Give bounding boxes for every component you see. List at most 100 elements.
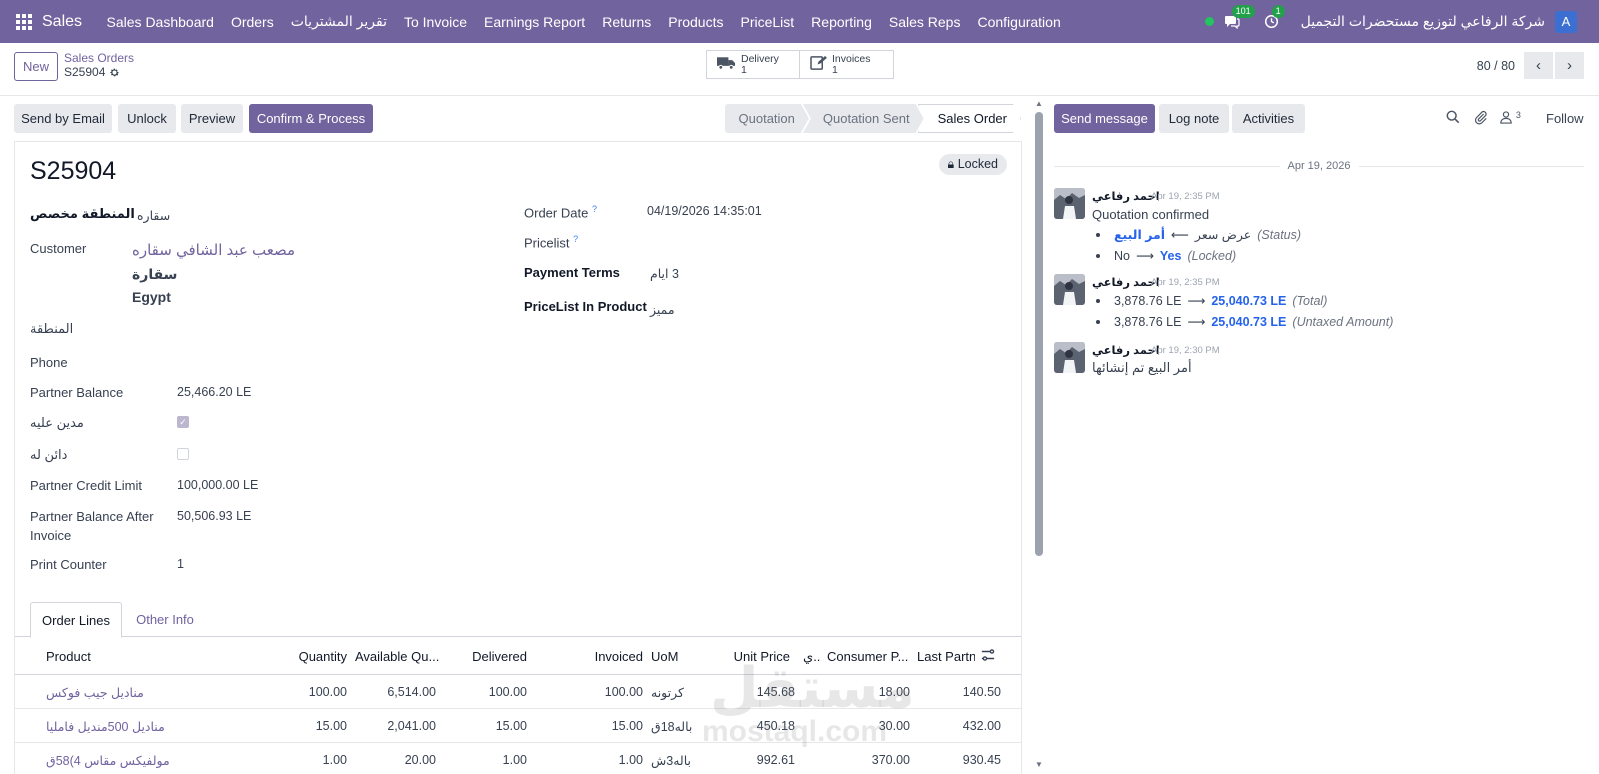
send-message-button[interactable]: Send message bbox=[1054, 104, 1155, 133]
help-icon[interactable]: ? bbox=[573, 234, 578, 244]
tab-order-lines[interactable]: Order Lines bbox=[30, 602, 122, 638]
col-invoiced[interactable]: Invoiced bbox=[595, 649, 643, 664]
order-date-label: Order Date ? bbox=[524, 204, 597, 221]
menu-reporting[interactable]: Reporting bbox=[803, 14, 881, 30]
log-note-button[interactable]: Log note bbox=[1159, 104, 1229, 133]
menu-to-invoice[interactable]: To Invoice bbox=[395, 14, 475, 30]
unlock-button[interactable]: Unlock bbox=[118, 104, 176, 133]
table-row[interactable]: مناديل جيب فوكس 100.00 6,514.00 100.00 1… bbox=[15, 675, 1021, 709]
date-separator: Apr 19, 2026 bbox=[1054, 159, 1584, 173]
table-row[interactable]: مولفيكس مقاس 4)58ق 1.00 20.00 1.00 1.00 … bbox=[15, 743, 1021, 774]
tracking-old: عرض سعر bbox=[1194, 228, 1252, 242]
row-last-price: 930.45 bbox=[962, 753, 1001, 767]
online-status-icon bbox=[1204, 17, 1214, 26]
creditor-checkbox[interactable] bbox=[177, 448, 189, 460]
search-icon[interactable] bbox=[1446, 110, 1460, 127]
user-avatar[interactable]: A bbox=[1555, 10, 1577, 33]
follow-button[interactable]: Follow bbox=[1546, 111, 1584, 126]
gear-icon[interactable] bbox=[109, 67, 120, 78]
menu-products[interactable]: Products bbox=[660, 14, 732, 30]
order-date-value[interactable]: 04/19/2026 14:35:01 bbox=[647, 204, 762, 218]
col-delivered[interactable]: Delivered bbox=[472, 649, 527, 664]
balance-after-value: 50,506.93 LE bbox=[177, 509, 252, 523]
lock-icon: 🔒︎ bbox=[947, 157, 955, 171]
col-last-partner-price[interactable]: Last Partne bbox=[917, 649, 975, 664]
message-author[interactable]: احمد رفاعي bbox=[1092, 343, 1160, 357]
col-product[interactable]: Product bbox=[46, 649, 91, 664]
row-invoiced: 15.00 bbox=[611, 719, 643, 733]
debtor-checkbox[interactable]: ✓ bbox=[177, 416, 189, 428]
menu-pricelist[interactable]: PriceList bbox=[732, 14, 803, 30]
activities-badge: 1 bbox=[1271, 4, 1285, 18]
stage-sales-order[interactable]: Sales Order bbox=[918, 104, 1021, 133]
menu-purchases-report[interactable]: تقرير المشتريات bbox=[282, 13, 395, 30]
row-product[interactable]: مولفيكس مقاس 4)58ق bbox=[46, 753, 170, 768]
confirm-process-button[interactable]: Confirm & Process bbox=[249, 104, 373, 133]
scroll-down-arrow-icon[interactable]: ▼ bbox=[1035, 760, 1043, 769]
pricelist-product-value[interactable]: مميز bbox=[650, 302, 675, 317]
delivery-smart-button[interactable]: Delivery 1 bbox=[706, 50, 800, 79]
breadcrumb-current: S25904 bbox=[64, 65, 134, 79]
menu-returns[interactable]: Returns bbox=[594, 14, 660, 30]
chevron-left-icon: ‹ bbox=[1536, 57, 1541, 74]
main-menu: Sales Dashboard Orders تقرير المشتريات T… bbox=[98, 13, 1069, 30]
help-icon[interactable]: ? bbox=[592, 204, 597, 214]
col-quantity[interactable]: Quantity bbox=[299, 649, 347, 664]
row-product[interactable]: مناديل جيب فوكس bbox=[46, 685, 144, 700]
message-author[interactable]: احمد رفاعي bbox=[1092, 275, 1160, 289]
menu-earnings-report[interactable]: Earnings Report bbox=[476, 14, 594, 30]
send-by-email-button[interactable]: Send by Email bbox=[14, 104, 112, 133]
col-consumer-price[interactable]: Consumer P... bbox=[827, 649, 908, 664]
tab-other-info[interactable]: Other Info bbox=[126, 602, 204, 637]
col-uom[interactable]: UoM bbox=[651, 649, 678, 664]
message-date: Apr 19, 2:35 PM bbox=[1151, 277, 1220, 288]
breadcrumb-parent[interactable]: Sales Orders bbox=[64, 51, 134, 65]
row-delivered: 100.00 bbox=[488, 685, 527, 699]
partner-balance-label: Partner Balance bbox=[30, 385, 124, 400]
stage-quotation[interactable]: Quotation bbox=[725, 104, 809, 133]
payment-terms-value[interactable]: 3 ايام bbox=[650, 266, 679, 281]
region-custom-value[interactable]: سقاره bbox=[137, 208, 170, 223]
author-avatar[interactable] bbox=[1054, 342, 1085, 373]
row-product[interactable]: مناديل 500منديل فامليا bbox=[46, 719, 165, 734]
creditor-label: دائن له bbox=[30, 447, 68, 462]
menu-orders[interactable]: Orders bbox=[222, 14, 282, 30]
followers-button[interactable]: 3 bbox=[1500, 110, 1521, 127]
col-unit-price[interactable]: Unit Price bbox=[734, 649, 790, 664]
tracking-value: 3,878.76 LE ⟶ 25,040.73 LE (Untaxed Amou… bbox=[1096, 314, 1393, 329]
paperclip-icon[interactable] bbox=[1474, 110, 1488, 128]
activities-button[interactable]: Activities bbox=[1232, 104, 1305, 133]
preview-button[interactable]: Preview bbox=[181, 104, 243, 133]
message-author[interactable]: احمد رفاعي bbox=[1092, 189, 1160, 203]
notebook-tabs: Order Lines Other Info bbox=[15, 602, 1021, 638]
pager-next-button[interactable]: › bbox=[1555, 52, 1584, 79]
author-avatar[interactable] bbox=[1054, 274, 1085, 305]
invoices-smart-button[interactable]: Invoices 1 bbox=[800, 50, 894, 79]
pager-value[interactable]: 80 / 80 bbox=[1477, 59, 1515, 73]
col-arabic-truncated[interactable]: ي.. bbox=[803, 649, 820, 665]
menu-sales-reps[interactable]: Sales Reps bbox=[880, 14, 969, 30]
company-switcher[interactable]: شركة الرفاعي لتوزيع مستحضرات التجميل bbox=[1301, 13, 1545, 30]
pager-previous-button[interactable]: ‹ bbox=[1524, 52, 1553, 79]
menu-sales-dashboard[interactable]: Sales Dashboard bbox=[98, 14, 222, 30]
stage-quotation-sent[interactable]: Quotation Sent bbox=[803, 104, 924, 133]
app-name[interactable]: Sales bbox=[42, 13, 82, 31]
row-consumer-price: 370.00 bbox=[871, 753, 910, 767]
author-avatar[interactable] bbox=[1054, 188, 1085, 219]
optional-columns-sliders-icon[interactable] bbox=[981, 648, 995, 665]
customer-name-link[interactable]: مصعب عبد الشافي سقاره bbox=[132, 241, 295, 259]
activities-clock-icon[interactable]: 1 bbox=[1261, 4, 1285, 32]
form-scrollbar-thumb[interactable] bbox=[1035, 112, 1043, 556]
tracking-field: (Total) bbox=[1292, 293, 1328, 308]
pricelist-label: Pricelist ? bbox=[524, 234, 579, 251]
messaging-icon[interactable]: 101 bbox=[1221, 4, 1255, 32]
scroll-up-arrow-icon[interactable]: ▲ bbox=[1035, 99, 1043, 108]
invoice-edit-icon bbox=[810, 55, 827, 74]
table-row[interactable]: مناديل 500منديل فامليا 15.00 2,041.00 15… bbox=[15, 709, 1021, 743]
new-button[interactable]: New bbox=[14, 52, 58, 81]
menu-configuration[interactable]: Configuration bbox=[969, 14, 1069, 30]
app-menu-grid-icon[interactable] bbox=[16, 13, 32, 30]
debtor-label: مدين عليه bbox=[30, 415, 84, 430]
tracking-value: أمر البيع ⟵ عرض سعر (Status) bbox=[1096, 227, 1301, 242]
col-available-qty[interactable]: Available Qu... bbox=[355, 649, 439, 664]
